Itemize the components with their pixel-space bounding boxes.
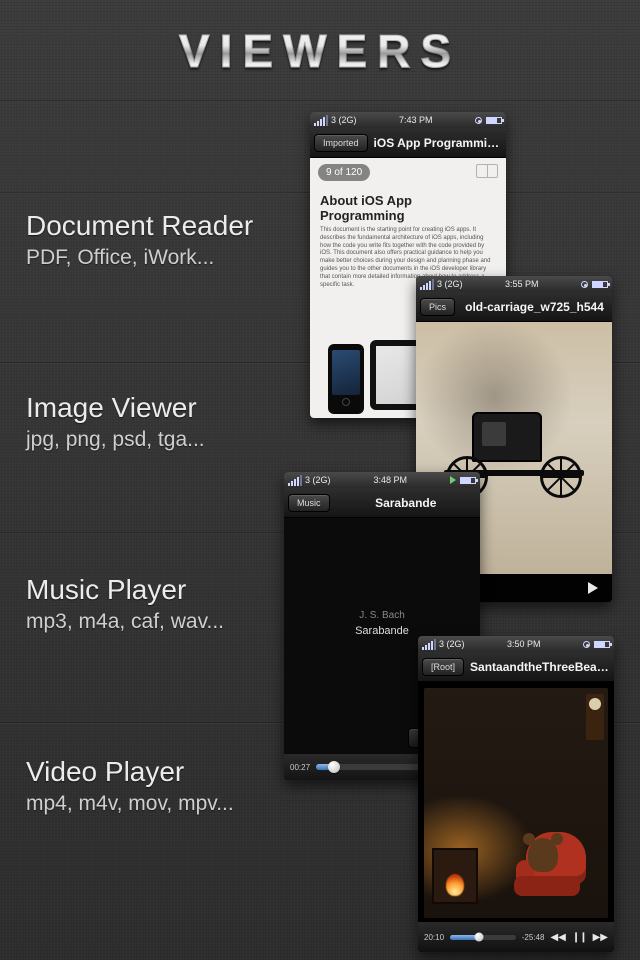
signal-icon	[288, 475, 302, 486]
status-bar: 3 (2G) 7:43 PM	[310, 112, 506, 128]
previous-icon[interactable]	[550, 932, 565, 943]
nav-title: old-carriage_w725_h544	[461, 300, 608, 314]
back-button[interactable]: [Root]	[422, 658, 464, 676]
status-bar: 3 (2G) 3:55 PM	[416, 276, 612, 292]
scrubber[interactable]	[450, 935, 516, 940]
reading-mode-icon[interactable]	[476, 164, 498, 178]
feature-title: Image Viewer	[26, 392, 253, 424]
back-button[interactable]: Music	[288, 494, 330, 512]
carrier-label: 3 (2G)	[439, 639, 465, 649]
document-heading: About iOS App Programming	[310, 187, 506, 227]
feature-document-reader: Document Reader PDF, Office, iWork...	[26, 210, 253, 270]
status-bar: 3 (2G) 3:48 PM	[284, 472, 480, 488]
feature-subtitle: PDF, Office, iWork...	[26, 246, 253, 270]
page-indicator: 9 of 120	[318, 164, 370, 181]
orientation-lock-icon	[475, 117, 482, 124]
nav-title: iOS App Programmin...	[374, 136, 502, 150]
track-title: Sarabande	[355, 625, 409, 637]
slideshow-play-icon[interactable]	[588, 582, 598, 594]
next-icon[interactable]	[593, 932, 608, 943]
orientation-lock-icon	[581, 281, 588, 288]
video-content[interactable]: 20:10 -25:48	[418, 682, 614, 952]
pause-icon[interactable]	[572, 932, 587, 943]
feature-video-player: Video Player mp4, m4v, mov, mpv...	[26, 756, 253, 816]
feature-image-viewer: Image Viewer jpg, png, psd, tga...	[26, 392, 253, 452]
orientation-lock-icon	[583, 641, 590, 648]
video-controls: 20:10 -25:48	[418, 922, 614, 952]
elapsed-time: 20:10	[424, 933, 444, 942]
nav-bar: Pics old-carriage_w725_h544	[416, 292, 612, 322]
now-playing-icon	[450, 476, 456, 484]
nav-bar: Music Sarabande	[284, 488, 480, 518]
status-time: 3:55 PM	[505, 279, 539, 289]
status-time: 7:43 PM	[399, 115, 433, 125]
back-button[interactable]: Imported	[314, 134, 368, 152]
screenshot-video-player: 3 (2G) 3:50 PM [Root] SantaandtheThreeBe…	[418, 636, 614, 952]
feature-music-player: Music Player mp3, m4a, caf, wav...	[26, 574, 253, 634]
feature-list: Document Reader PDF, Office, iWork... Im…	[26, 210, 253, 938]
signal-icon	[422, 639, 436, 650]
battery-icon	[592, 281, 608, 288]
back-button[interactable]: Pics	[420, 298, 455, 316]
nav-title: SantaandtheThreeBear...	[470, 660, 610, 674]
remaining-time: -25:48	[522, 933, 545, 942]
battery-icon	[594, 641, 610, 648]
divider	[0, 100, 640, 102]
page-header: Viewers	[0, 0, 640, 78]
carrier-label: 3 (2G)	[305, 475, 331, 485]
carrier-label: 3 (2G)	[437, 279, 463, 289]
nav-title: Sarabande	[336, 496, 476, 510]
feature-title: Music Player	[26, 574, 253, 606]
feature-subtitle: mp4, m4v, mov, mpv...	[26, 792, 253, 816]
status-time: 3:48 PM	[373, 475, 407, 485]
battery-icon	[460, 477, 476, 484]
page-title: Viewers	[0, 24, 640, 78]
video-frame	[424, 688, 608, 918]
feature-title: Video Player	[26, 756, 253, 788]
status-bar: 3 (2G) 3:50 PM	[418, 636, 614, 652]
elapsed-time: 00:27	[290, 763, 310, 772]
status-time: 3:50 PM	[507, 639, 541, 649]
nav-bar: Imported iOS App Programmin...	[310, 128, 506, 158]
nav-bar: [Root] SantaandtheThreeBear...	[418, 652, 614, 682]
track-artist: J. S. Bach	[359, 610, 405, 621]
signal-icon	[420, 279, 434, 290]
signal-icon	[314, 115, 328, 126]
battery-icon	[486, 117, 502, 124]
feature-subtitle: mp3, m4a, caf, wav...	[26, 610, 253, 634]
feature-subtitle: jpg, png, psd, tga...	[26, 428, 253, 452]
carrier-label: 3 (2G)	[331, 115, 357, 125]
feature-title: Document Reader	[26, 210, 253, 242]
